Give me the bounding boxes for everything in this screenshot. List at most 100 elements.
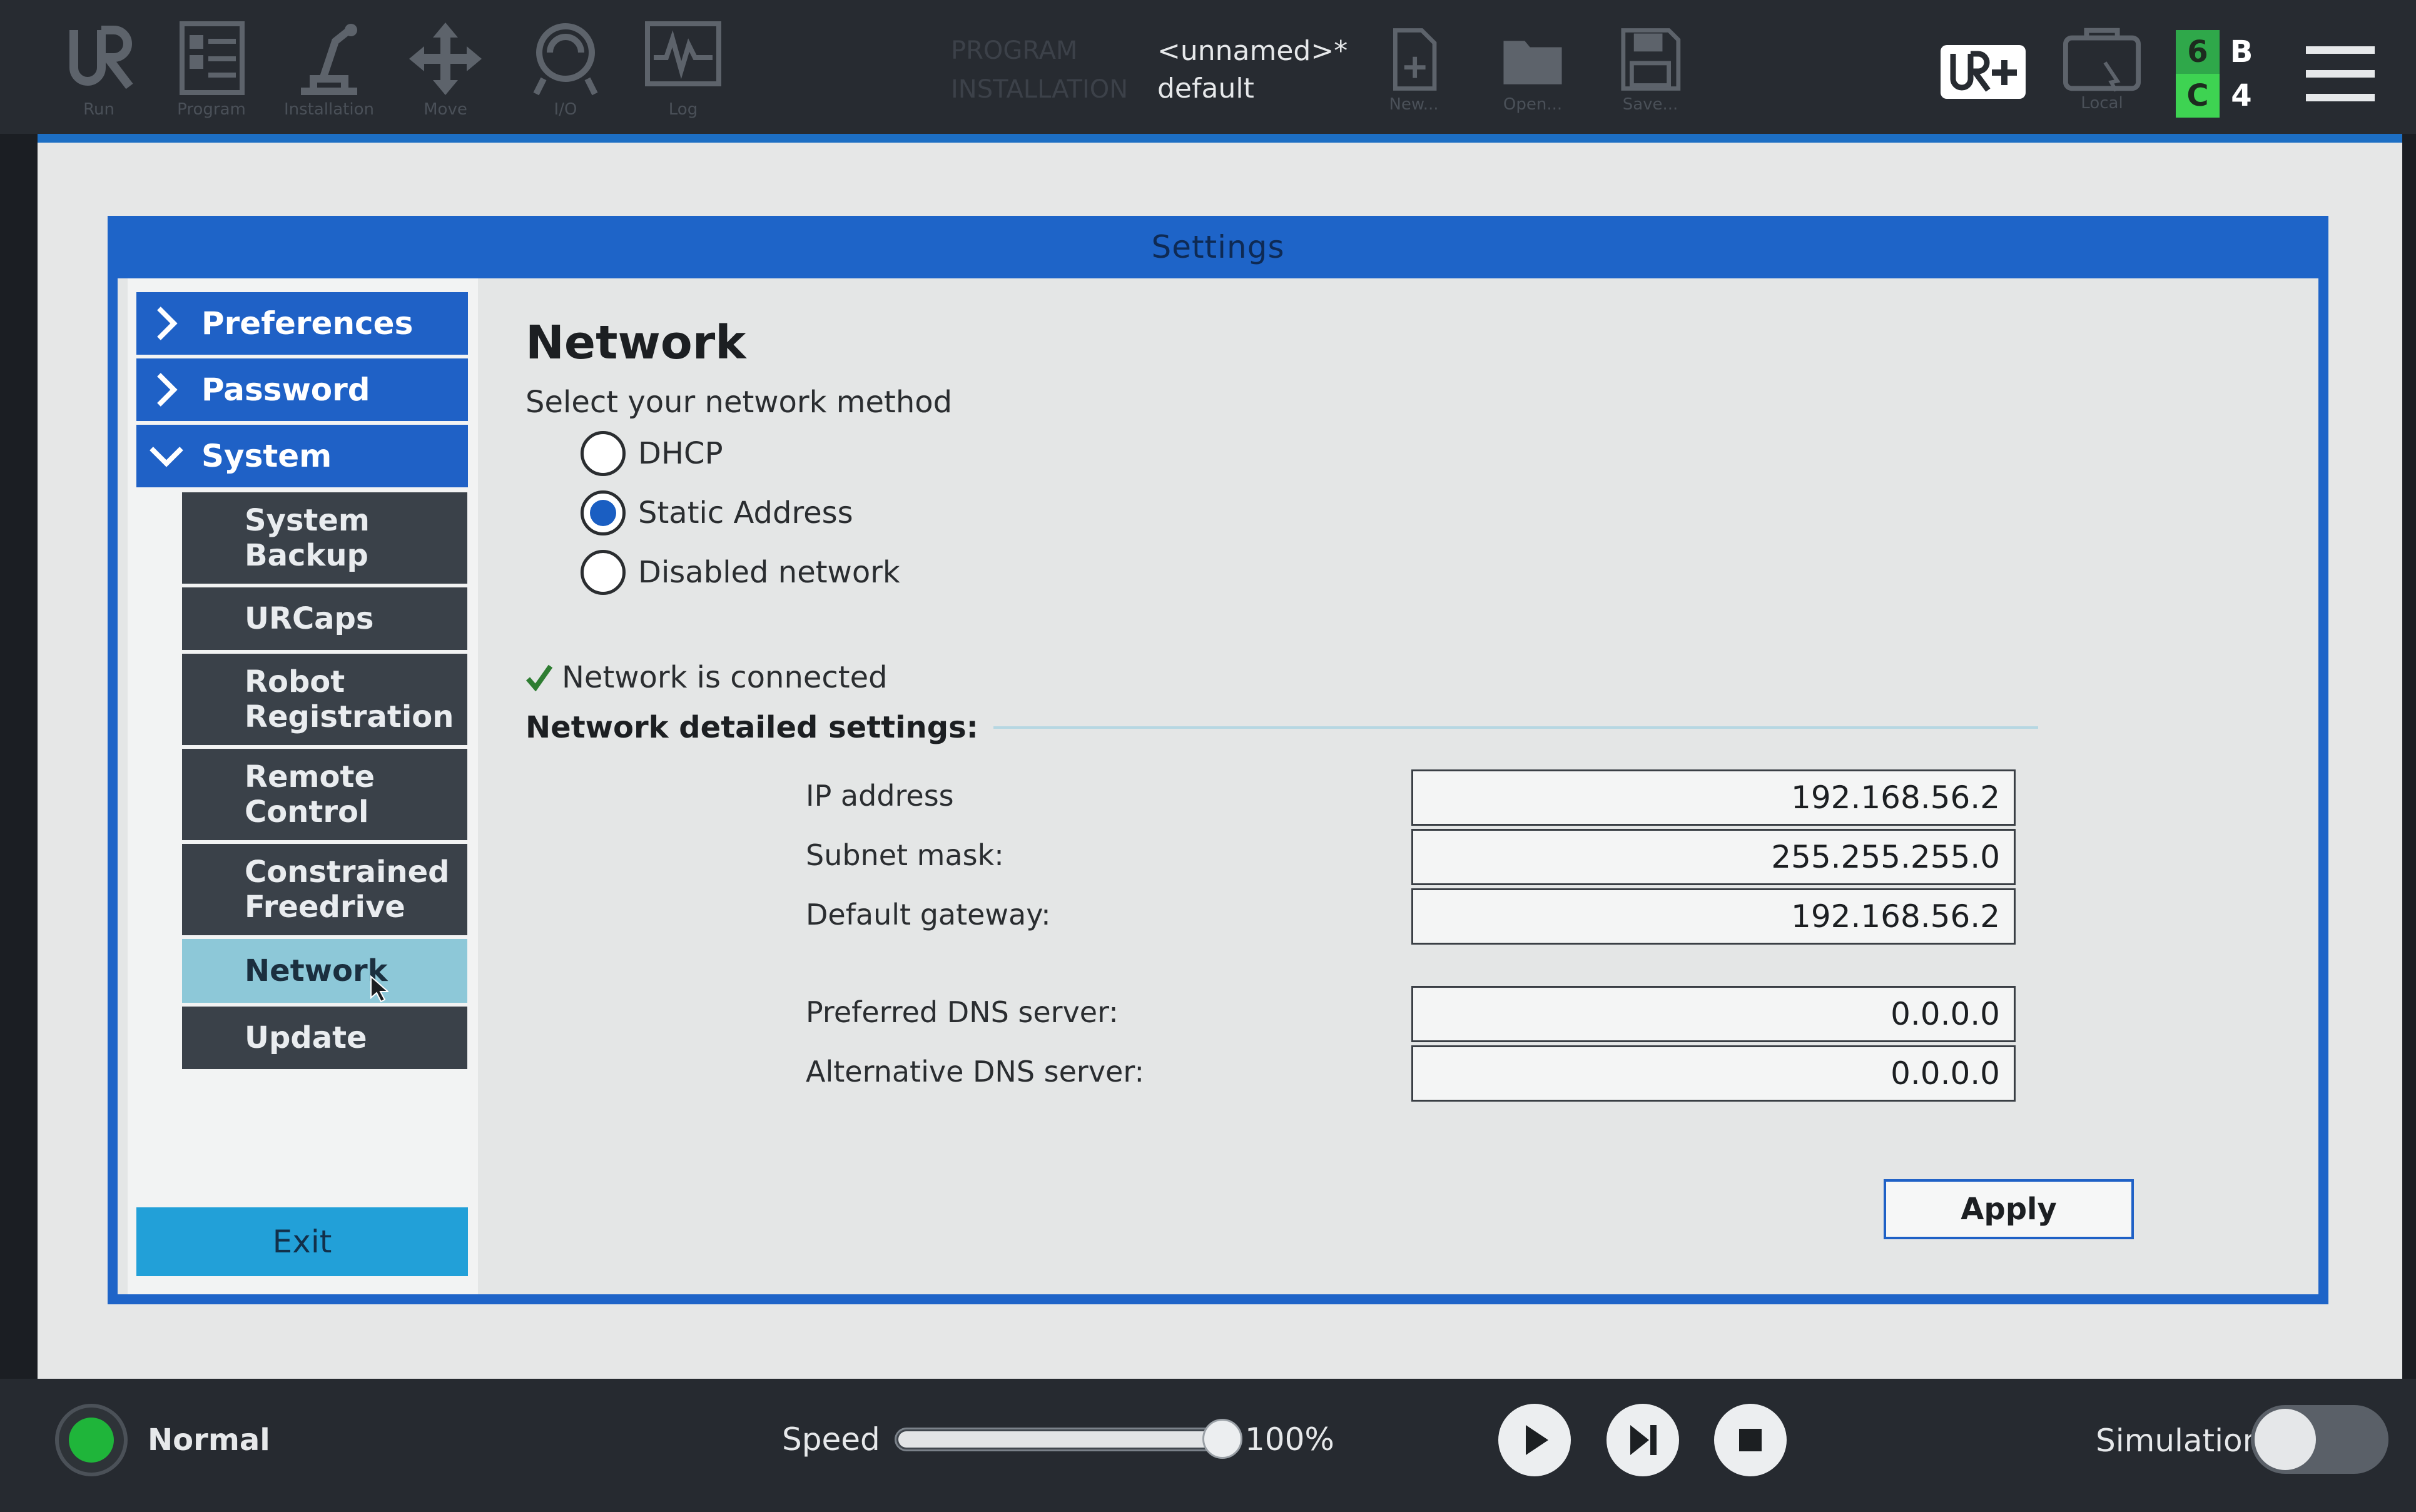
sidebar-subitem-remote-control[interactable]: Remote Control [182,749,467,840]
dialog-body: Preferences Password System System Backu… [118,278,2318,1294]
dialog-title: Settings [1151,229,1285,265]
radio-button-selected[interactable] [581,490,626,535]
speed-slider-handle[interactable] [1202,1419,1242,1459]
sidebar-item-system[interactable]: System [136,425,468,487]
hamburger-menu-icon[interactable] [2306,44,2375,104]
robot-teach-pendant-screen: Run Program Installation Move I/O Log PR… [0,0,2416,1512]
sidebar-subitem-urcaps[interactable]: URCaps [182,587,467,650]
sidebar-subitem-network[interactable]: Network [182,939,467,1003]
log-icon [645,21,721,86]
chevron-down-icon [150,447,183,467]
save-icon [1621,28,1681,91]
chevron-right-icon [157,307,178,340]
status-led-core [69,1418,114,1463]
page-title: Network [525,316,746,370]
nav-installation-label: Installation [283,100,374,119]
sidebar-subitem-update[interactable]: Update [182,1007,467,1069]
radio-button[interactable] [581,431,626,476]
counter-c: C [2176,74,2220,118]
preferred-dns-field[interactable] [1411,986,2016,1042]
ip-address-field[interactable] [1411,769,2016,826]
sidebar-item-label: System [201,438,332,474]
stop-button[interactable] [1714,1404,1787,1476]
sidebar-subitem-system-backup[interactable]: System Backup [182,492,467,584]
program-label: PROGRAM [951,36,1078,65]
play-icon [1526,1425,1548,1455]
preferred-dns-label: Preferred DNS server: [806,995,1119,1029]
apply-button[interactable]: Apply [1884,1179,2134,1239]
sidebar-item-password[interactable]: Password [136,358,468,421]
header-bar: Run Program Installation Move I/O Log PR… [0,0,2416,134]
new-file-icon [1393,28,1437,91]
radio-label: Static Address [638,495,853,530]
nav-program-label: Program [177,100,246,119]
stop-icon [1739,1429,1762,1451]
radio-dhcp[interactable]: DHCP [581,429,723,479]
installation-icon [301,24,357,95]
default-gateway-field[interactable] [1411,888,2016,945]
section-divider [993,726,2038,729]
save-file-label: Save... [1622,95,1678,114]
counter-6: 6 [2176,30,2220,74]
radio-label: DHCP [638,436,723,471]
new-file-button[interactable]: New... [1364,25,1464,138]
sidebar-item-label: Preferences [201,305,414,342]
nav-installation-button[interactable]: Installation [279,18,379,130]
new-file-label: New... [1389,95,1439,114]
chevron-right-icon [157,373,178,407]
ur-plus-icon[interactable] [1939,44,2027,100]
nav-io-label: I/O [554,100,577,119]
save-file-button[interactable]: Save... [1600,25,1700,138]
counter-4: 4 [2231,78,2252,113]
radio-static-address[interactable]: Static Address [581,488,853,538]
settings-sidebar: Preferences Password System System Backu… [128,278,478,1294]
sidebar-item-preferences[interactable]: Preferences [136,292,468,355]
installation-label: INSTALLATION [951,75,1129,104]
speed-slider[interactable] [895,1428,1226,1451]
ur-logo-icon [69,26,133,89]
radio-button[interactable] [581,550,626,595]
settings-dialog: Settings Preferences Password System Sys… [108,216,2328,1304]
program-name: <unnamed>* [1157,35,1348,67]
network-settings-panel: Network Select your network method DHCP … [487,278,2307,1294]
local-icon [2063,28,2141,92]
sidebar-subitem-label: Network [245,953,388,988]
local-label: Local [2081,94,2123,113]
nav-io-button[interactable]: I/O [515,18,616,130]
default-gateway-label: Default gateway: [806,898,1051,931]
radio-disabled-network[interactable]: Disabled network [581,547,900,597]
play-button[interactable] [1498,1404,1571,1476]
alternative-dns-field[interactable] [1411,1045,2016,1102]
open-file-button[interactable]: Open... [1483,25,1583,138]
nav-move-label: Move [424,100,467,119]
speed-slider-fill [898,1431,1226,1448]
alternative-dns-label: Alternative DNS server: [806,1055,1144,1088]
network-method-label: Select your network method [525,385,953,420]
simulation-label: Simulation [2096,1423,2263,1459]
robot-status-indicator[interactable] [55,1404,128,1476]
checkmark-icon [525,664,553,691]
footer-bar: Normal Speed 100% Simulation [0,1379,2416,1512]
step-button[interactable] [1606,1404,1679,1476]
network-status-text: Network is connected [562,660,888,695]
counter-b: B [2230,34,2253,69]
speed-value: 100% [1245,1421,1334,1458]
exit-button[interactable]: Exit [136,1207,468,1276]
sidebar-subitem-robot-registration[interactable]: Robot Registration [182,654,467,745]
ip-address-label: IP address [806,779,954,813]
nav-run-button[interactable]: Run [49,18,149,130]
nav-log-button[interactable]: Log [633,18,733,130]
io-icon [533,23,598,96]
subnet-mask-field[interactable] [1411,829,2016,885]
step-icon [1630,1425,1657,1455]
sidebar-subitem-constrained-freedrive[interactable]: Constrained Freedrive [182,844,467,935]
status-counters: 6 B C 4 [2176,30,2263,118]
network-status: Network is connected [525,660,888,695]
robot-status-text: Normal [148,1423,270,1458]
simulation-toggle-knob[interactable] [2255,1409,2316,1470]
nav-program-button[interactable]: Program [161,18,261,130]
local-button[interactable]: Local [2058,25,2146,131]
nav-move-button[interactable]: Move [395,18,495,130]
subnet-mask-label: Subnet mask: [806,838,1004,872]
program-icon [180,21,245,95]
